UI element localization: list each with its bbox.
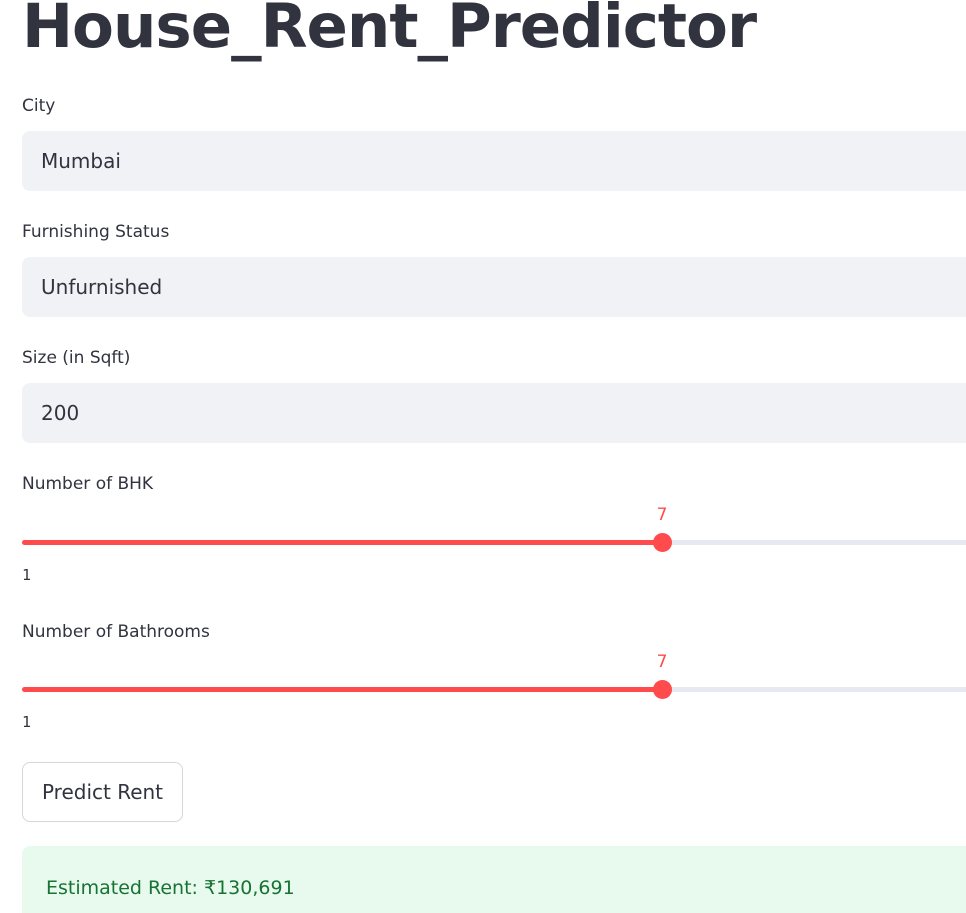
size-input-value: 200 (41, 401, 80, 425)
bathrooms-slider-value: 7 (656, 652, 668, 672)
bathrooms-slider[interactable]: 7 (22, 652, 966, 715)
result-alert: Estimated Rent: ₹130,691 (22, 846, 966, 913)
result-text: Estimated Rent: ₹130,691 (46, 877, 295, 899)
furnishing-select[interactable]: Unfurnished (22, 257, 966, 317)
furnishing-select-value: Unfurnished (41, 275, 163, 299)
city-label: City (22, 96, 56, 116)
bathrooms-slider-min: 1 (22, 713, 32, 731)
size-label: Size (in Sqft) (22, 348, 131, 368)
bhk-slider-thumb[interactable] (653, 533, 672, 552)
furnishing-label: Furnishing Status (22, 222, 170, 242)
size-input[interactable]: 200 (22, 383, 966, 443)
bathrooms-slider-thumb[interactable] (653, 680, 672, 699)
city-select[interactable]: Mumbai (22, 131, 966, 191)
bathrooms-slider-fill (22, 687, 662, 692)
bathrooms-label: Number of Bathrooms (22, 622, 210, 642)
bhk-label: Number of BHK (22, 474, 154, 494)
predict-rent-button[interactable]: Predict Rent (22, 762, 183, 822)
bhk-slider[interactable]: 7 (22, 505, 966, 568)
page-title: House_Rent_Predictor (22, 0, 757, 62)
app-main: House_Rent_Predictor City Mumbai Furnish… (0, 0, 966, 913)
bhk-slider-min: 1 (22, 566, 32, 584)
bhk-slider-fill (22, 540, 662, 545)
bhk-slider-value: 7 (656, 505, 668, 525)
city-select-value: Mumbai (41, 149, 121, 173)
